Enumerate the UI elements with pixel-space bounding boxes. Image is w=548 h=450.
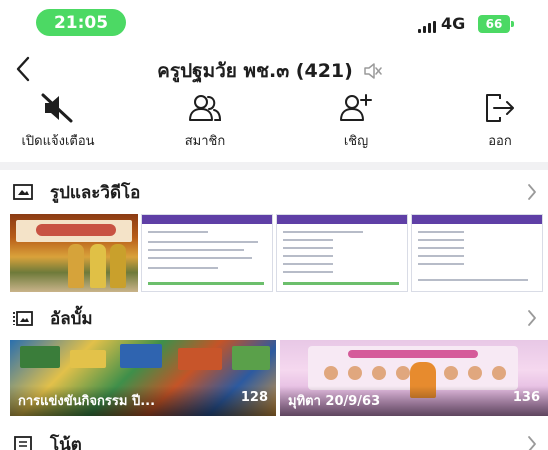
doc-header-bar: [412, 215, 542, 224]
action-row: เปิดแจ้งเตือน สมาชิก เชิญ ออก: [0, 92, 548, 152]
photo-banner-text: [36, 224, 116, 236]
photo-person: [90, 244, 106, 288]
album-artwork-title: [348, 350, 478, 358]
doc-line: [148, 241, 258, 243]
notifications-toggle-button[interactable]: เปิดแจ้งเตือน: [8, 92, 108, 152]
photo-strip: [10, 214, 548, 292]
album-strip: การแข่งขันกิจกรรม ปี... 128 มุทิตา 20/9/…: [10, 340, 548, 416]
album-name: มุทิตา 20/9/63: [288, 394, 381, 409]
chevron-left-icon: [16, 56, 30, 82]
photo-person: [68, 244, 84, 288]
album-caption: การแข่งขันกิจกรรม ปี... 128: [18, 390, 268, 411]
doc-line: [148, 267, 218, 269]
back-button[interactable]: [8, 54, 38, 84]
doc-line: [283, 239, 333, 241]
doc-header-bar: [142, 215, 272, 224]
album-artwork: [20, 346, 60, 368]
doc-line: [283, 263, 333, 265]
doc-line: [283, 247, 333, 249]
members-icon: [189, 95, 222, 121]
section-photos-title: รูปและวิดีโอ: [50, 182, 141, 203]
photo-icon: [13, 184, 33, 200]
album-name: การแข่งขันกิจกรรม ปี...: [18, 394, 156, 409]
members-label: สมาชิก: [184, 134, 226, 149]
section-notes-title: โน้ต: [50, 434, 82, 450]
battery-tip: [511, 21, 514, 27]
notifications-label: เปิดแจ้งเตือน: [21, 134, 95, 149]
chevron-right-icon: [528, 436, 536, 450]
doc-line: [418, 279, 528, 281]
chat-header: ครูปฐมวัย พช.๓ (421): [0, 44, 548, 94]
album-count: 128: [240, 390, 268, 405]
album-icon: [13, 311, 33, 326]
photo-banner: [16, 220, 132, 242]
photo-thumbnail[interactable]: [411, 214, 543, 292]
doc-progress-line: [148, 282, 264, 285]
album-artwork: [178, 348, 222, 370]
section-notes[interactable]: โน้ต: [0, 424, 548, 450]
doc-line: [418, 255, 464, 257]
photo-thumbnail[interactable]: [141, 214, 273, 292]
leave-button[interactable]: ออก: [450, 92, 548, 152]
invite-member-icon: [340, 94, 372, 121]
note-icon: [14, 436, 32, 450]
section-albums-title: อัลบั้ม: [50, 308, 93, 329]
album-artwork: [120, 344, 162, 368]
doc-line: [148, 231, 208, 233]
album-count: 136: [512, 390, 540, 405]
invite-button[interactable]: เชิญ: [306, 92, 406, 152]
album-card[interactable]: การแข่งขันกิจกรรม ปี... 128: [10, 340, 276, 416]
network-type: 4G: [441, 14, 466, 33]
status-bar: 21:05 4G 66: [0, 0, 548, 44]
speaker-muted-icon: [364, 63, 382, 79]
album-card[interactable]: มุทิตา 20/9/63 136: [280, 340, 548, 416]
battery-icon: 66: [478, 15, 510, 33]
leave-label: ออก: [488, 134, 512, 149]
photo-thumbnail[interactable]: [276, 214, 408, 292]
section-divider: [0, 162, 548, 170]
chevron-right-icon: [528, 310, 536, 326]
exit-icon: [486, 94, 514, 122]
doc-line: [418, 231, 464, 233]
doc-line: [418, 239, 464, 241]
status-time: 21:05: [36, 9, 126, 36]
album-artwork: [70, 350, 106, 368]
doc-header-bar: [277, 215, 407, 224]
section-albums[interactable]: อัลบั้ม: [0, 298, 548, 338]
doc-line: [418, 247, 464, 249]
members-button[interactable]: สมาชิก: [155, 92, 255, 152]
photo-thumbnail[interactable]: [10, 214, 138, 292]
speaker-mute-icon: [41, 93, 73, 123]
invite-label: เชิญ: [343, 134, 369, 149]
chevron-right-icon: [528, 184, 536, 200]
doc-progress-line: [283, 282, 399, 285]
section-photos-videos[interactable]: รูปและวิดีโอ: [0, 172, 548, 212]
doc-line: [283, 231, 363, 233]
doc-line: [148, 257, 252, 259]
page-title: ครูปฐมวัย พช.๓ (421): [157, 60, 353, 82]
doc-line: [283, 255, 333, 257]
battery-level: 66: [485, 17, 503, 31]
doc-line: [148, 249, 244, 251]
album-caption: มุทิตา 20/9/63 136: [288, 390, 540, 411]
doc-line: [418, 263, 464, 265]
title-wrap: ครูปฐมวัย พช.๓ (421): [100, 56, 440, 86]
doc-line: [283, 271, 333, 273]
album-artwork: [232, 346, 270, 370]
photo-person: [110, 244, 126, 288]
signal-icon: [418, 21, 436, 33]
